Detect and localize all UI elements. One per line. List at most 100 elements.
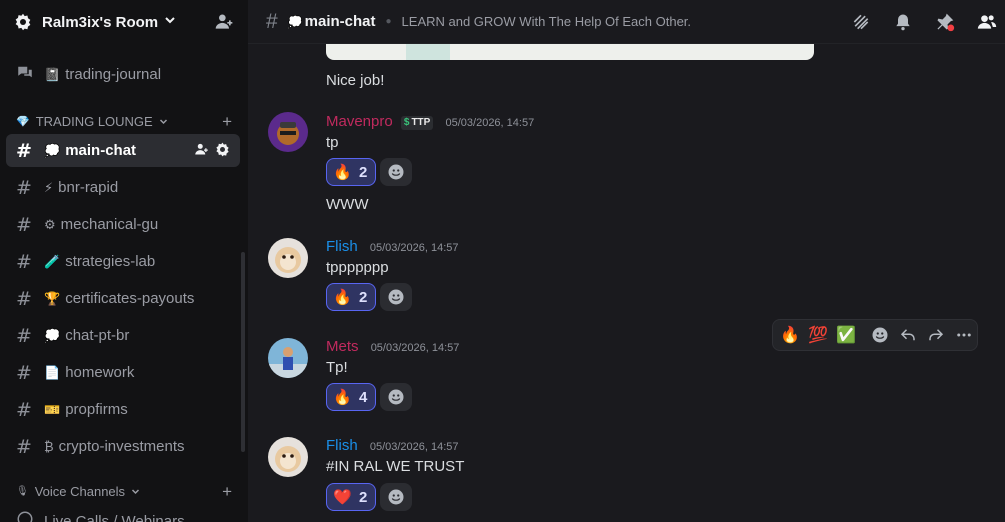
- microphone-icon: 🎙: [16, 486, 29, 497]
- add-reaction-button[interactable]: [380, 383, 412, 411]
- tag-icon: $: [403, 117, 410, 128]
- add-channel-icon[interactable]: +: [222, 112, 232, 132]
- add-reaction-icon[interactable]: [869, 324, 891, 346]
- category-voice-channels[interactable]: 🎙 Voice Channels +: [16, 482, 232, 502]
- channel-item-main-chat[interactable]: # 💭 main-chat: [6, 134, 240, 167]
- avatar[interactable]: [268, 112, 308, 152]
- chevron-down-icon: [131, 484, 140, 499]
- hashtag-icon: #: [16, 176, 32, 199]
- username[interactable]: Mets: [326, 338, 359, 355]
- avatar[interactable]: [268, 437, 308, 477]
- category-trading-lounge[interactable]: 💎 TRADING LOUNGE +: [16, 112, 232, 132]
- add-channel-icon[interactable]: +: [222, 482, 232, 502]
- hashtag-icon: #: [16, 398, 32, 421]
- reply-icon[interactable]: [897, 324, 919, 346]
- quick-react-check-icon[interactable]: ✅: [835, 324, 857, 346]
- threads-icon[interactable]: [851, 12, 871, 37]
- hashtag-icon: #: [16, 324, 32, 347]
- channel-settings-gear-icon[interactable]: [215, 142, 230, 161]
- smiley-icon: [388, 164, 404, 180]
- forward-icon[interactable]: [925, 324, 947, 346]
- channel-item-trading-journal[interactable]: 📓 trading-journal: [6, 58, 240, 91]
- server-icon: [14, 13, 32, 31]
- voice-channel-live-calls[interactable]: Live Calls / Webinars: [6, 505, 240, 522]
- smiley-icon: [388, 389, 404, 405]
- channel-name: homework: [65, 364, 135, 381]
- channel-emoji: 📄: [44, 364, 61, 380]
- channel-name: strategies-lab: [65, 253, 156, 270]
- smiley-icon: [388, 489, 404, 505]
- message-author[interactable]: Mavenpro $ TTP 05/03/2026, 14:57: [326, 113, 534, 130]
- fire-icon: 🔥: [333, 164, 352, 181]
- channel-item-crypto-investments[interactable]: # ₿ crypto-investments: [6, 430, 240, 463]
- username[interactable]: Flish: [326, 238, 358, 255]
- message-text: tp: [326, 134, 339, 151]
- category-label: Voice Channels: [34, 484, 126, 499]
- timestamp[interactable]: 05/03/2026, 14:57: [370, 242, 459, 254]
- message-author[interactable]: Flish 05/03/2026, 14:57: [326, 238, 459, 255]
- reaction-heart[interactable]: ❤️ 2: [326, 483, 376, 511]
- badge-label: TTP: [411, 117, 431, 128]
- channel-name: mechanical-gu: [60, 216, 159, 233]
- message-hover-toolbar: 🔥 💯 ✅: [772, 319, 978, 351]
- image-attachment[interactable]: [326, 44, 814, 60]
- hashtag-icon: #: [16, 250, 32, 273]
- channel-item-homework[interactable]: # 📄 homework: [6, 356, 240, 389]
- timestamp[interactable]: 05/03/2026, 14:57: [446, 117, 535, 129]
- server-name: Ralm3ix's Room: [42, 13, 159, 31]
- channel-header: # 💭 main-chat ● LEARN and GROW With The …: [248, 0, 1005, 44]
- avatar[interactable]: [268, 238, 308, 278]
- channel-sidebar: Ralm3ix's Room 📓 trading-journal 💎 TRADI…: [0, 0, 248, 522]
- diamond-icon: 💎: [16, 116, 30, 128]
- channel-item-strategies-lab[interactable]: # 🧪 strategies-lab: [6, 245, 240, 278]
- channel-title: main-chat: [304, 13, 376, 30]
- channel-name: Live Calls / Webinars: [44, 513, 185, 522]
- channel-item-mechanical-gu[interactable]: # ⚙ mechanical-gu: [6, 208, 240, 241]
- channel-emoji: 🎫: [44, 401, 61, 417]
- notification-bell-icon[interactable]: [893, 12, 913, 37]
- quick-react-100-icon[interactable]: 💯: [807, 324, 829, 346]
- smiley-icon: [388, 289, 404, 305]
- channel-topic[interactable]: LEARN and GROW With The Help Of Each Oth…: [402, 14, 691, 29]
- channel-item-propfirms[interactable]: # 🎫 propfirms: [6, 393, 240, 426]
- hashtag-icon: #: [16, 361, 32, 384]
- channel-name: chat-pt-br: [65, 327, 130, 344]
- channel-emoji: 💭: [287, 14, 303, 29]
- server-tag-badge[interactable]: $ TTP: [400, 115, 434, 130]
- quick-react-fire-icon[interactable]: 🔥: [779, 324, 801, 346]
- pinned-messages-icon[interactable]: [935, 12, 955, 37]
- add-reaction-button[interactable]: [380, 283, 412, 311]
- reaction-fire[interactable]: 🔥 2: [326, 158, 376, 186]
- timestamp[interactable]: 05/03/2026, 14:57: [370, 441, 459, 453]
- reaction-count: 2: [359, 488, 368, 506]
- sidebar-scrollbar[interactable]: [241, 252, 245, 452]
- channel-item-bnr-rapid[interactable]: # ⚡ bnr-rapid: [6, 171, 240, 204]
- message-author[interactable]: Mets 05/03/2026, 14:57: [326, 338, 459, 355]
- invite-icon[interactable]: [194, 142, 209, 161]
- channel-emoji: 🧪: [44, 253, 61, 269]
- channel-item-certificates-payouts[interactable]: # 🏆 certificates-payouts: [6, 282, 240, 315]
- username[interactable]: Flish: [326, 437, 358, 454]
- add-reaction-button[interactable]: [380, 483, 412, 511]
- reaction-fire[interactable]: 🔥 2: [326, 283, 376, 311]
- channel-name: crypto-investments: [58, 438, 185, 455]
- separator-dot: ●: [385, 16, 392, 27]
- hashtag-icon: #: [16, 139, 32, 162]
- hashtag-icon: #: [16, 287, 32, 310]
- invite-member-icon[interactable]: [214, 12, 234, 37]
- reaction-fire[interactable]: 🔥 4: [326, 383, 376, 411]
- channel-emoji: ₿: [44, 439, 54, 454]
- timestamp[interactable]: 05/03/2026, 14:57: [371, 342, 460, 354]
- message-author[interactable]: Flish 05/03/2026, 14:57: [326, 437, 459, 454]
- add-reaction-button[interactable]: [380, 158, 412, 186]
- avatar[interactable]: [268, 338, 308, 378]
- channel-item-chat-pt-br[interactable]: # 💭 chat-pt-br: [6, 319, 240, 352]
- message-text: Tp!: [326, 359, 348, 376]
- server-header[interactable]: Ralm3ix's Room: [0, 0, 248, 44]
- channel-name: bnr-rapid: [58, 179, 119, 196]
- more-options-icon[interactable]: [953, 324, 975, 346]
- forum-icon: [16, 63, 38, 86]
- username[interactable]: Mavenpro: [326, 113, 393, 130]
- reaction-count: 4: [359, 388, 368, 406]
- member-list-icon[interactable]: [977, 12, 997, 37]
